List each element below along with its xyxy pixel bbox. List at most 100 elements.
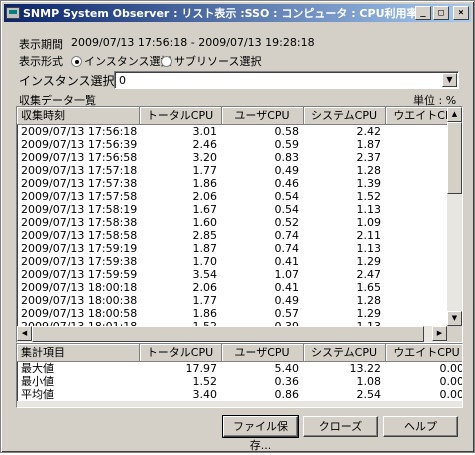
table-cell: 2.37 xyxy=(356,150,382,164)
table-cell: 1.28 xyxy=(356,163,382,177)
scroll-down-icon[interactable]: ▼ xyxy=(447,311,462,326)
instance-label: インスタンス選択 : xyxy=(19,74,122,88)
table-cell: 2009/07/13 17:59:59 xyxy=(21,267,138,281)
table-row[interactable]: 2009/07/13 17:57:58 2.06 0.54 1.52 xyxy=(17,189,462,203)
table-row[interactable]: 2009/07/13 17:58:58 2.85 0.74 2.11 xyxy=(17,228,462,242)
table-cell: 2009/07/13 17:56:39 xyxy=(21,137,138,151)
column-header[interactable]: ウエイトCPU xyxy=(385,344,462,362)
horizontal-scroll-thumb[interactable] xyxy=(32,326,424,342)
table-row[interactable]: 2009/07/13 17:56:39 2.46 0.59 1.87 xyxy=(17,137,462,151)
table-cell: 1.39 xyxy=(356,176,382,190)
horizontal-scrollbar[interactable]: ◀ ▶ xyxy=(17,326,462,342)
table-cell: 1.65 xyxy=(356,280,382,294)
window-title: SNMP System Observer : リスト表示 :SSO : コンピュ… xyxy=(23,7,415,20)
table-cell: 1.09 xyxy=(356,215,382,229)
table-cell: 0.41 xyxy=(274,254,300,268)
column-header[interactable]: システムCPU xyxy=(303,344,386,362)
table-cell: 1.07 xyxy=(274,267,300,281)
table-cell: 最大値 xyxy=(21,361,54,375)
table-cell: 1.87 xyxy=(192,241,218,255)
summary-table-header: 集計項目 トータルCPU ユーザCPU システムCPU ウエイトCPU xyxy=(17,344,462,362)
minimize-button[interactable]: _ xyxy=(415,6,431,20)
help-button[interactable]: ヘルプ xyxy=(383,416,458,437)
table-row[interactable]: 2009/07/13 18:00:18 2.06 0.41 1.65 xyxy=(17,280,462,294)
table-cell: 13.22 xyxy=(349,361,382,375)
column-header[interactable]: 収集時刻 xyxy=(17,107,140,125)
dropdown-arrow-icon[interactable]: ▼ xyxy=(442,73,457,87)
period-value: 2009/07/13 17:56:18 - 2009/07/13 19:28:1… xyxy=(71,36,315,49)
table-row[interactable]: 2009/07/13 17:58:19 1.67 0.54 1.13 xyxy=(17,202,462,216)
close-button[interactable]: クローズ xyxy=(303,416,378,437)
column-header[interactable]: ユーザCPU xyxy=(221,107,304,125)
table-cell: 2009/07/13 17:57:58 xyxy=(21,189,138,203)
table-cell: 5.40 xyxy=(274,361,300,375)
close-window-button[interactable]: × xyxy=(453,6,469,20)
period-label: 表示期間 xyxy=(19,38,63,51)
table-cell: 2009/07/13 18:00:18 xyxy=(21,280,138,294)
vertical-scroll-thumb[interactable] xyxy=(447,122,462,194)
table-cell: 0.49 xyxy=(274,293,300,307)
app-icon xyxy=(6,7,20,19)
table-cell: 2.85 xyxy=(192,228,218,242)
table-row[interactable]: 2009/07/13 17:58:38 1.60 0.52 1.09 xyxy=(17,215,462,229)
table-cell: 0.36 xyxy=(274,374,300,388)
table-cell: 0.58 xyxy=(274,124,300,138)
vertical-scrollbar[interactable]: ▲ ▼ xyxy=(447,107,462,326)
table-cell: 平均値 xyxy=(21,387,54,401)
radio-unchecked-icon xyxy=(161,56,172,67)
table-cell: 2009/07/13 17:57:18 xyxy=(21,163,138,177)
table-cell: 1.67 xyxy=(192,202,218,216)
table-cell: 1.77 xyxy=(192,293,218,307)
table-cell: 2009/07/13 18:00:38 xyxy=(21,293,138,307)
table-cell: 3.20 xyxy=(192,150,218,164)
table-cell: 1.52 xyxy=(356,189,382,203)
summary-row[interactable]: 最大値 17.97 5.40 13.22 0.00 xyxy=(17,361,462,375)
table-row[interactable]: 2009/07/13 17:59:19 1.87 0.74 1.13 xyxy=(17,241,462,255)
table-cell: 0.59 xyxy=(274,137,300,151)
radio-instance-select[interactable]: インスタンス選択 xyxy=(71,53,172,69)
scroll-left-icon[interactable]: ◀ xyxy=(17,326,32,341)
table-row[interactable]: 2009/07/13 17:56:18 3.01 0.58 2.42 xyxy=(17,124,462,138)
table-row[interactable]: 2009/07/13 17:59:38 1.70 0.41 1.29 xyxy=(17,254,462,268)
table-cell: 17.97 xyxy=(185,361,218,375)
table-row[interactable]: 2009/07/13 17:57:18 1.77 0.49 1.28 xyxy=(17,163,462,177)
table-cell: 0.49 xyxy=(274,163,300,177)
table-row[interactable]: 2009/07/13 18:00:58 1.86 0.57 1.29 xyxy=(17,306,462,320)
table-cell: 0.86 xyxy=(274,387,300,401)
save-file-button[interactable]: ファイル保存... xyxy=(222,415,299,452)
maximize-button[interactable]: □ xyxy=(433,6,449,20)
column-header[interactable]: 集計項目 xyxy=(17,344,140,362)
column-header[interactable]: トータルCPU xyxy=(139,107,222,125)
radio-checked-icon xyxy=(71,56,82,67)
table-cell: 2009/07/13 17:58:38 xyxy=(21,215,138,229)
table-cell: 1.28 xyxy=(356,293,382,307)
instance-value: 0 xyxy=(119,74,126,87)
table-cell: 2009/07/13 17:56:18 xyxy=(21,124,138,138)
table-cell: 0.74 xyxy=(274,241,300,255)
column-header[interactable]: トータルCPU xyxy=(139,344,222,362)
table-cell: 1.52 xyxy=(192,374,218,388)
summary-row[interactable]: 平均値 3.40 0.86 2.54 0.00 xyxy=(17,387,462,401)
radio-subresource-select[interactable]: サブリソース選択 xyxy=(161,53,261,69)
table-cell: 0.46 xyxy=(274,176,300,190)
table-cell: 0.41 xyxy=(274,280,300,294)
summary-row[interactable]: 最小値 1.52 0.36 1.08 0.00 xyxy=(17,374,462,388)
column-header[interactable]: ユーザCPU xyxy=(221,344,304,362)
scroll-right-icon[interactable]: ▶ xyxy=(432,326,447,341)
instance-dropdown[interactable]: 0 ▼ xyxy=(114,71,459,89)
table-row[interactable]: 2009/07/13 17:56:58 3.20 0.83 2.37 xyxy=(17,150,462,164)
table-row[interactable]: 2009/07/13 17:57:38 1.86 0.46 1.39 xyxy=(17,176,462,190)
table-cell: 1.29 xyxy=(356,306,382,320)
table-cell: 2009/07/13 17:58:19 xyxy=(21,202,138,216)
table-cell: 2.46 xyxy=(192,137,218,151)
table-row[interactable]: 2009/07/13 17:59:59 3.54 1.07 2.47 xyxy=(17,267,462,281)
summary-scrollbar[interactable] xyxy=(17,401,462,407)
scroll-up-icon[interactable]: ▲ xyxy=(447,107,462,122)
column-header[interactable]: システムCPU xyxy=(303,107,386,125)
table-row[interactable]: 2009/07/13 18:00:38 1.77 0.49 1.28 xyxy=(17,293,462,307)
table-cell: 1.13 xyxy=(356,241,382,255)
table-cell: 0.54 xyxy=(274,189,300,203)
table-cell: 2.06 xyxy=(192,280,218,294)
table-cell: 1.08 xyxy=(356,374,382,388)
title-bar[interactable]: SNMP System Observer : リスト表示 :SSO : コンピュ… xyxy=(4,4,471,22)
